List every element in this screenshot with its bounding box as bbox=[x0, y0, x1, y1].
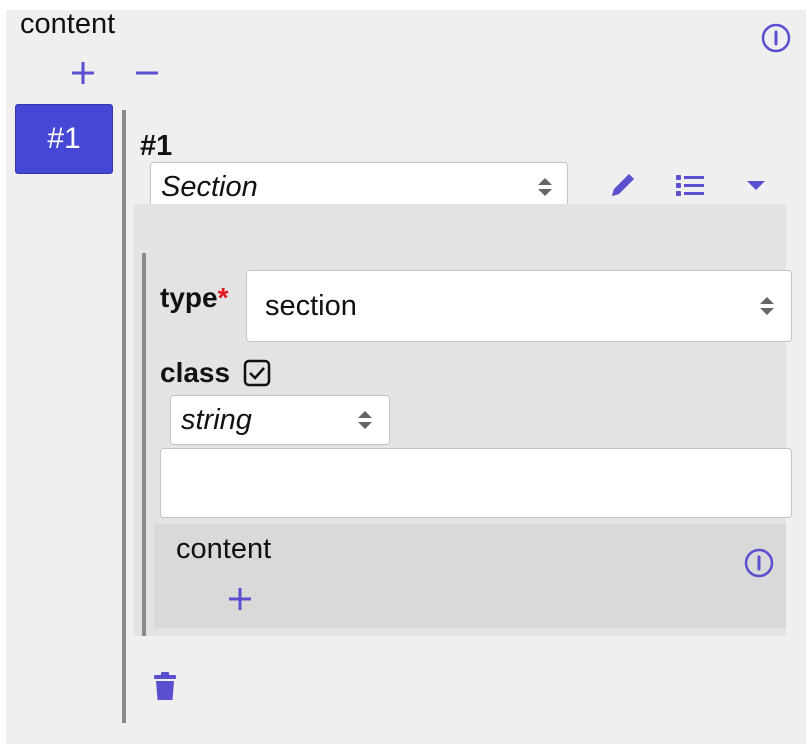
tab-item-1[interactable]: #1 bbox=[15, 104, 113, 174]
nested-add-button[interactable] bbox=[225, 586, 255, 616]
minus-icon bbox=[134, 60, 160, 91]
required-mark: * bbox=[217, 282, 229, 313]
remove-item-button[interactable] bbox=[132, 60, 162, 90]
list-button[interactable] bbox=[673, 170, 707, 204]
sort-arrows-icon bbox=[355, 409, 375, 431]
checkbox-checked-icon bbox=[243, 359, 271, 392]
panel-title: content bbox=[20, 8, 116, 40]
class-checkbox[interactable] bbox=[242, 359, 272, 392]
nested-content-title: content bbox=[176, 533, 272, 565]
class-label: class bbox=[160, 357, 231, 388]
plus-icon bbox=[70, 60, 96, 91]
info-icon[interactable] bbox=[761, 23, 791, 53]
type-select[interactable]: section bbox=[246, 270, 792, 342]
tab-label: #1 bbox=[47, 122, 81, 155]
sort-arrows-icon bbox=[757, 295, 777, 317]
sort-arrows-icon bbox=[535, 176, 555, 198]
list-icon bbox=[675, 172, 705, 203]
class-type-select-value: string bbox=[181, 403, 252, 436]
section-divider bbox=[142, 253, 146, 636]
trash-icon bbox=[152, 671, 178, 707]
type-label: type* bbox=[160, 282, 228, 314]
delete-button[interactable] bbox=[150, 671, 180, 707]
class-type-select[interactable]: string bbox=[170, 395, 390, 445]
collapse-button[interactable] bbox=[739, 170, 773, 204]
type-select-value: section bbox=[265, 289, 357, 322]
schema-select-value: Section bbox=[161, 170, 258, 203]
item-label: #1 bbox=[140, 130, 173, 162]
pencil-icon bbox=[608, 170, 638, 205]
edit-button[interactable] bbox=[606, 170, 640, 204]
item-divider bbox=[122, 110, 126, 723]
info-icon[interactable] bbox=[744, 548, 774, 578]
plus-icon bbox=[227, 586, 253, 617]
type-label-text: type bbox=[160, 282, 218, 313]
add-item-button[interactable] bbox=[68, 60, 98, 90]
caret-down-icon bbox=[745, 178, 767, 197]
class-value-input[interactable] bbox=[160, 448, 792, 518]
